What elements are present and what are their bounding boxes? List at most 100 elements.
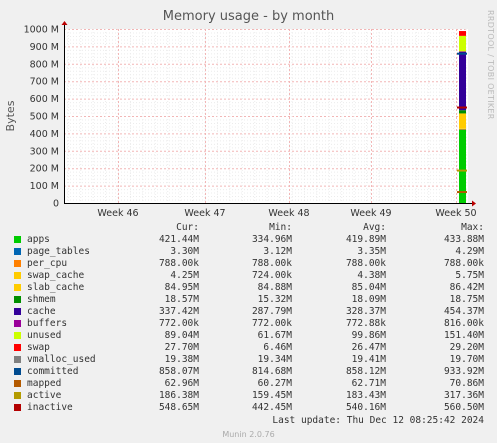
munin-memory-graph: Memory usage - by month RRDTOOL / TOBI O… [0,0,497,443]
legend-min: 772.00k [251,318,292,329]
bar-segment-unused [459,35,466,52]
legend-name: committed [27,366,79,377]
legend-max: 788.00k [443,258,484,269]
legend-swatch [14,296,21,303]
last-update: Last update: Thu Dec 12 08:25:42 2024 [272,415,484,426]
legend-avg: 26.47M [351,342,386,353]
y-axis-arrow [61,21,68,25]
legend-row-swap: swap 27.70M 6.46M 26.47M 29.20M [0,342,497,354]
legend-max: 151.40M [443,330,484,341]
y-tick-label: 500 M [30,112,59,123]
legend-max: 933.92M [443,366,484,377]
legend-swatch [14,368,21,375]
legend-swatch [14,356,21,363]
y-tick-label: 1000 M [24,25,59,36]
legend-max: 70.86M [449,378,484,389]
legend-swatch [14,332,21,339]
legend-row-committed: committed 858.07M 814.68M 858.12M 933.92M [0,366,497,378]
y-tick-label: 300 M [30,146,59,157]
legend-avg: 18.09M [351,294,386,305]
x-axis-arrow [472,200,476,207]
legend-avg: 772.88k [345,318,386,329]
legend-max: 454.37M [443,306,484,317]
chart-canvas: 0 100 M 200 M 300 M 400 M 500 M 600 M 700 M 800 … [4,21,477,219]
legend-cur: 788.00k [158,258,199,269]
legend-cur: 4.25M [170,270,199,281]
legend-avg: 328.37M [345,306,386,317]
legend-avg: 99.86M [351,330,386,341]
legend-name: swap [27,342,50,353]
legend-name: vmalloc_used [27,354,96,365]
legend-row-mapped: mapped 62.96M 60.27M 62.71M 70.86M [0,378,497,390]
y-tick-label: 600 M [30,94,59,105]
y-tick-label: 0 [53,199,59,210]
legend-min: 15.32M [257,294,292,305]
y-tick-label: 200 M [30,164,59,175]
legend-cur: 62.96M [164,378,199,389]
legend-max: 19.70M [449,354,484,365]
legend-min: 6.46M [263,342,292,353]
legend-row-swap-cache: swap_cache 4.25M 724.00k 4.38M 5.75M [0,270,497,282]
legend-row-shmem: shmem 18.57M 15.32M 18.09M 18.75M [0,294,497,306]
legend-row-apps: apps 421.44M 334.96M 419.89M 433.88M [0,234,497,246]
legend-swatch [14,236,21,243]
legend-swatch [14,308,21,315]
legend-max: 433.88M [443,234,484,245]
legend-max: 317.36M [443,390,484,401]
legend-max: 18.75M [449,294,484,305]
legend-avg: 419.89M [345,234,386,245]
legend-min: 287.79M [251,306,292,317]
y-tick-label: 100 M [30,181,59,192]
legend-name: cache [27,306,56,317]
legend-row-slab-cache: slab_cache 84.95M 84.88M 85.04M 86.42M [0,282,497,294]
legend-avg: 3.35M [357,246,386,257]
y-tick-label: 800 M [30,59,59,70]
legend-swatch [14,344,21,351]
bar-segment-per-cpu [459,128,466,130]
bar-segment-shmem [459,110,466,114]
legend-min: 334.96M [251,234,292,245]
legend-name: active [27,390,62,401]
legend-swatch [14,392,21,399]
legend-min: 60.27M [257,378,292,389]
legend-swatch [14,284,21,291]
legend-name: swap_cache [27,270,85,281]
bar-segment-swap [459,31,466,36]
col-max: Max: [461,222,484,233]
legend-cur: 186.38M [158,390,199,401]
legend-row-inactive: inactive 548.65M 442.45M 540.16M 560.50M [0,402,497,414]
legend-cur: 18.57M [164,294,199,305]
x-tick-label: Week 48 [268,208,309,219]
legend-avg: 19.41M [351,354,386,365]
y-tick-label: 900 M [30,42,59,53]
col-min: Min: [269,222,292,233]
legend-avg: 4.38M [357,270,386,281]
legend-avg: 788.00k [345,258,386,269]
y-axis-label: Bytes [4,100,17,131]
grid [64,29,468,204]
legend-row-unused: unused 89.04M 61.67M 99.86M 151.40M [0,330,497,342]
legend-max: 29.20M [449,342,484,353]
legend-swatch [14,320,21,327]
legend-min: 788.00k [251,258,292,269]
legend-cur: 337.42M [158,306,199,317]
legend-max: 4.29M [455,246,484,257]
munin-version: Munin 2.0.76 [222,430,275,439]
legend-cur: 89.04M [164,330,199,341]
legend-name: slab_cache [27,282,85,293]
legend-name: unused [27,330,62,341]
legend-min: 814.68M [251,366,292,377]
legend-row-active: active 186.38M 159.45M 183.43M 317.36M [0,390,497,402]
legend-name: mapped [27,378,62,389]
legend-name: per_cpu [27,258,68,269]
x-tick-label: Week 47 [184,208,225,219]
x-tick-label: Week 49 [350,208,391,219]
legend-row-per-cpu: per_cpu 788.00k 788.00k 788.00k 788.00k [0,258,497,270]
legend-swatch [14,248,21,255]
legend-min: 61.67M [257,330,292,341]
y-tick-label: 700 M [30,77,59,88]
legend-name: shmem [27,294,56,305]
legend-avg: 62.71M [351,378,386,389]
legend-max: 86.42M [449,282,484,293]
legend-cur: 772.00k [158,318,199,329]
